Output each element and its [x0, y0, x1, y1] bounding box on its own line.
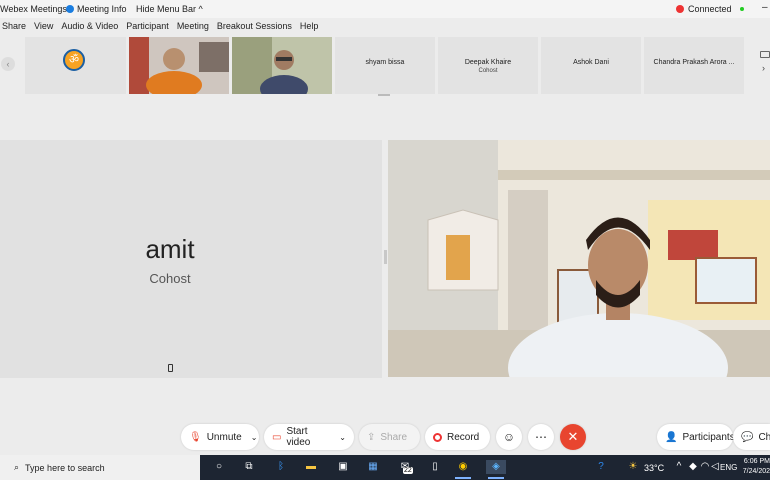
stage-divider-handle[interactable] — [384, 250, 387, 264]
phone-link-icon[interactable]: ▯ — [428, 460, 442, 474]
participant-thumb-deepak-khaire[interactable]: Deepak Khaire Cohost — [438, 37, 538, 94]
chrome-icon[interactable]: ◉ — [456, 460, 470, 474]
info-icon — [66, 5, 74, 13]
connected-dot-icon — [739, 7, 744, 11]
taskbar-search-box[interactable]: ⌕ Type here to search — [0, 455, 200, 480]
chevron-down-icon[interactable]: ⌄ — [251, 433, 258, 442]
windows-taskbar: ⌕ Type here to search ○ ⧉ ᛒ ▬ ▣ ▦ ✉ 22 ▯… — [0, 455, 770, 480]
participant-thumb-logo[interactable]: ॐ — [25, 37, 126, 94]
chat-icon: 💬 — [741, 431, 754, 443]
chat-label: Chat — [758, 431, 770, 443]
share-icon: ⇪ — [367, 431, 376, 443]
participant-thumb-shyam-bissa[interactable]: shyam bissa — [335, 37, 435, 94]
video-tile-main[interactable] — [388, 140, 770, 377]
menu-audio-video[interactable]: Audio & Video — [61, 21, 118, 36]
participant-role: Cohost — [478, 68, 498, 74]
camera-off-icon: ▭ — [272, 431, 282, 443]
participant-name: shyam bissa — [365, 59, 405, 66]
chevron-up-icon[interactable]: ^ — [672, 460, 686, 474]
search-placeholder: Type here to search — [25, 462, 105, 473]
participant-name: Deepak Khaire — [464, 59, 512, 66]
scroll-right-button[interactable]: › — [762, 63, 765, 73]
participant-name: Chandra Prakash Arora ... — [653, 59, 735, 66]
microphone-muted-icon: 🎙 — [189, 431, 202, 443]
connection-status-label: Connected — [688, 4, 732, 14]
active-speaker-tile-amit[interactable]: amit Cohost — [0, 140, 382, 378]
menu-help[interactable]: Help — [300, 21, 319, 36]
participant-thumb-ashok-dani[interactable]: Ashok Dani — [541, 37, 641, 94]
start-video-button[interactable]: ▭ Start video ⌄ — [264, 424, 354, 450]
webex-active-indicator — [488, 477, 504, 479]
scroll-left-button[interactable]: ‹ — [1, 57, 15, 71]
task-view-icon[interactable]: ⧉ — [242, 460, 256, 474]
share-label: Share — [380, 431, 408, 443]
video-feed-1 — [129, 37, 229, 94]
participant-thumb-chandra-prakash-arora[interactable]: Chandra Prakash Arora ... — [644, 37, 744, 94]
clock-time: 6:06 PM — [743, 458, 770, 465]
participant-name: Ashok Dani — [573, 59, 609, 66]
layout-icon[interactable] — [760, 51, 770, 58]
webex-icon[interactable]: ◈ — [486, 460, 506, 474]
store-icon[interactable]: ▦ — [366, 460, 380, 474]
app-icon-1[interactable]: ▣ — [336, 460, 350, 474]
recording-indicator-icon — [676, 5, 684, 13]
start-video-label: Start video — [286, 426, 311, 448]
menu-participant[interactable]: Participant — [126, 21, 169, 36]
video-feed-main — [388, 140, 770, 377]
weather-temperature[interactable]: 33°C — [644, 463, 664, 473]
clock-date: 7/24/202 — [742, 468, 770, 475]
meeting-info-label: Meeting Info — [77, 4, 127, 14]
participant-thumb-video-2[interactable] — [232, 37, 332, 94]
search-icon: ⌕ — [14, 462, 20, 472]
chat-panel-button[interactable]: 💬 Chat — [733, 424, 770, 450]
participants-icon: 👤 — [665, 431, 678, 443]
language-indicator[interactable]: ENG — [720, 463, 737, 472]
participant-name-large: amit — [145, 234, 195, 264]
video-feed-2 — [232, 37, 332, 94]
file-explorer-icon[interactable]: ▬ — [304, 460, 318, 474]
bluetooth-app-icon[interactable]: ᛒ — [274, 460, 288, 474]
record-icon — [433, 432, 442, 442]
reactions-button[interactable]: ☺ — [496, 424, 522, 450]
participants-label: Participants — [682, 431, 735, 443]
minimize-button[interactable]: – — [762, 2, 768, 13]
more-options-button[interactable]: ⋯ — [528, 424, 554, 450]
taskbar-clock[interactable]: 6:06 PM 7/24/202 — [742, 457, 770, 477]
unmute-button[interactable]: 🎙 Unmute ⌄ — [181, 424, 259, 450]
menu-bar: Share View Audio & Video Participant Mee… — [0, 21, 770, 36]
cortana-icon[interactable]: ○ — [212, 460, 226, 474]
app-title: Webex Meetings — [0, 4, 67, 14]
meeting-controls: 🎙 Unmute ⌄ ▭ Start video ⌄ ⇪ Share Recor… — [0, 424, 770, 452]
weather-icon[interactable]: ☀ — [626, 460, 640, 474]
leave-meeting-button[interactable]: ✕ — [560, 424, 586, 450]
record-label: Record — [447, 431, 480, 443]
help-icon[interactable]: ? — [594, 460, 608, 474]
menu-meeting[interactable]: Meeting — [177, 21, 209, 36]
menu-view[interactable]: View — [34, 21, 53, 36]
participants-panel-button[interactable]: 👤 Participants — [657, 424, 735, 450]
title-bar: Webex Meetings Meeting Info Hide Menu Ba… — [0, 0, 770, 18]
menu-breakout-sessions[interactable]: Breakout Sessions — [217, 21, 292, 36]
strip-resize-handle[interactable] — [378, 94, 390, 96]
record-button[interactable]: Record — [425, 424, 490, 450]
hide-menu-bar-button[interactable]: Hide Menu Bar ^ — [136, 4, 203, 14]
participant-thumb-video-1[interactable] — [129, 37, 229, 94]
participant-role-large: Cohost — [149, 271, 191, 286]
mail-badge: 22 — [403, 467, 413, 474]
phone-audio-icon — [168, 364, 173, 372]
menu-share[interactable]: Share — [2, 21, 26, 36]
om-logo-icon: ॐ — [63, 49, 85, 71]
chrome-active-indicator — [455, 477, 471, 479]
meeting-info-button[interactable]: Meeting Info — [66, 4, 127, 14]
chevron-down-icon[interactable]: ⌄ — [339, 433, 346, 442]
connection-status[interactable]: Connected — [676, 4, 744, 14]
share-button[interactable]: ⇪ Share — [359, 424, 420, 450]
unmute-label: Unmute — [206, 431, 242, 443]
participant-strip: ‹ ॐ shyam bissa Deepak Khaire Cohost Ash… — [0, 37, 770, 96]
